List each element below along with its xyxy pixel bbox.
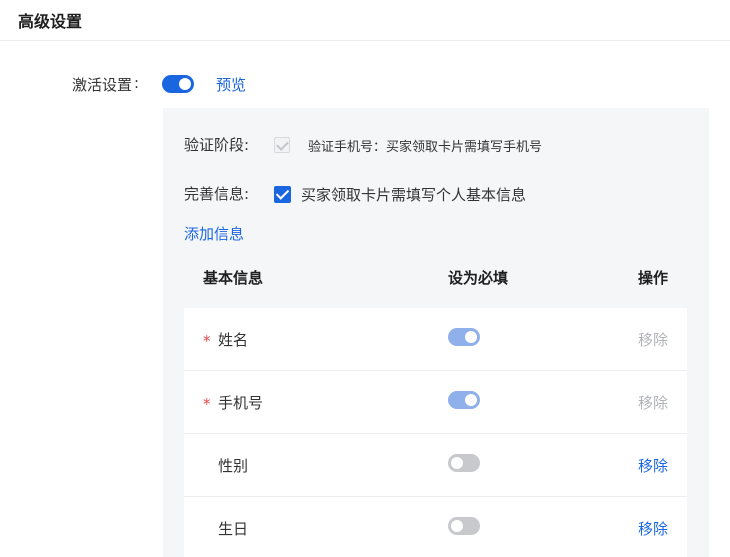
header-action: 操作	[638, 269, 669, 287]
toggle-knob	[451, 520, 463, 532]
remove-button[interactable]: 移除	[638, 518, 668, 539]
verify-label: 验证阶段:	[184, 136, 250, 154]
title-divider	[0, 40, 730, 41]
toggle-knob	[179, 78, 191, 90]
activate-colon: :	[134, 74, 140, 92]
required-toggle	[448, 328, 480, 346]
required-toggle[interactable]	[448, 454, 480, 472]
field-name: 手机号	[218, 394, 264, 412]
complete-info-text[interactable]: 买家领取卡片需填写个人基本信息	[301, 184, 526, 205]
required-mark: *	[203, 395, 211, 413]
toggle-knob	[465, 394, 477, 406]
table-row: * 手机号 移除	[184, 371, 687, 434]
info-table: 基本信息 设为必填 操作 * 姓名 移除 * 手机号 移除 性别 移除 生日 移…	[184, 252, 687, 557]
field-name: 姓名	[218, 331, 249, 349]
section-title: 高级设置	[18, 12, 83, 31]
activate-toggle[interactable]	[162, 75, 194, 93]
table-row: * 姓名 移除	[184, 308, 687, 371]
required-toggle	[448, 391, 480, 409]
header-basic-info: 基本信息	[203, 269, 264, 287]
verify-row: 验证阶段: 验证手机号：买家领取卡片需填写手机号	[0, 132, 730, 156]
complete-info-checkbox[interactable]	[274, 186, 291, 203]
toggle-knob	[465, 331, 477, 343]
header-set-required: 设为必填	[448, 269, 509, 287]
toggle-knob	[451, 457, 463, 469]
table-header: 基本信息 设为必填 操作	[184, 252, 687, 308]
complete-info-row: 完善信息: 买家领取卡片需填写个人基本信息	[0, 181, 730, 205]
complete-info-label: 完善信息:	[184, 185, 250, 203]
activate-row: 激活设置 : 预览	[0, 72, 730, 98]
field-name: 性别	[218, 457, 249, 475]
required-mark: *	[203, 332, 211, 350]
remove-button: 移除	[638, 394, 669, 412]
preview-link[interactable]: 预览	[216, 74, 246, 95]
activate-label: 激活设置	[72, 76, 133, 94]
add-info-link[interactable]: 添加信息	[184, 223, 244, 244]
required-toggle[interactable]	[448, 517, 480, 535]
remove-button[interactable]: 移除	[638, 455, 668, 476]
table-row: 生日 移除	[184, 497, 687, 557]
verify-checkbox	[274, 137, 290, 153]
verify-text: 验证手机号：买家领取卡片需填写手机号	[308, 140, 543, 155]
remove-button: 移除	[638, 331, 669, 349]
table-row: 性别 移除	[184, 434, 687, 497]
field-name: 生日	[218, 520, 249, 538]
